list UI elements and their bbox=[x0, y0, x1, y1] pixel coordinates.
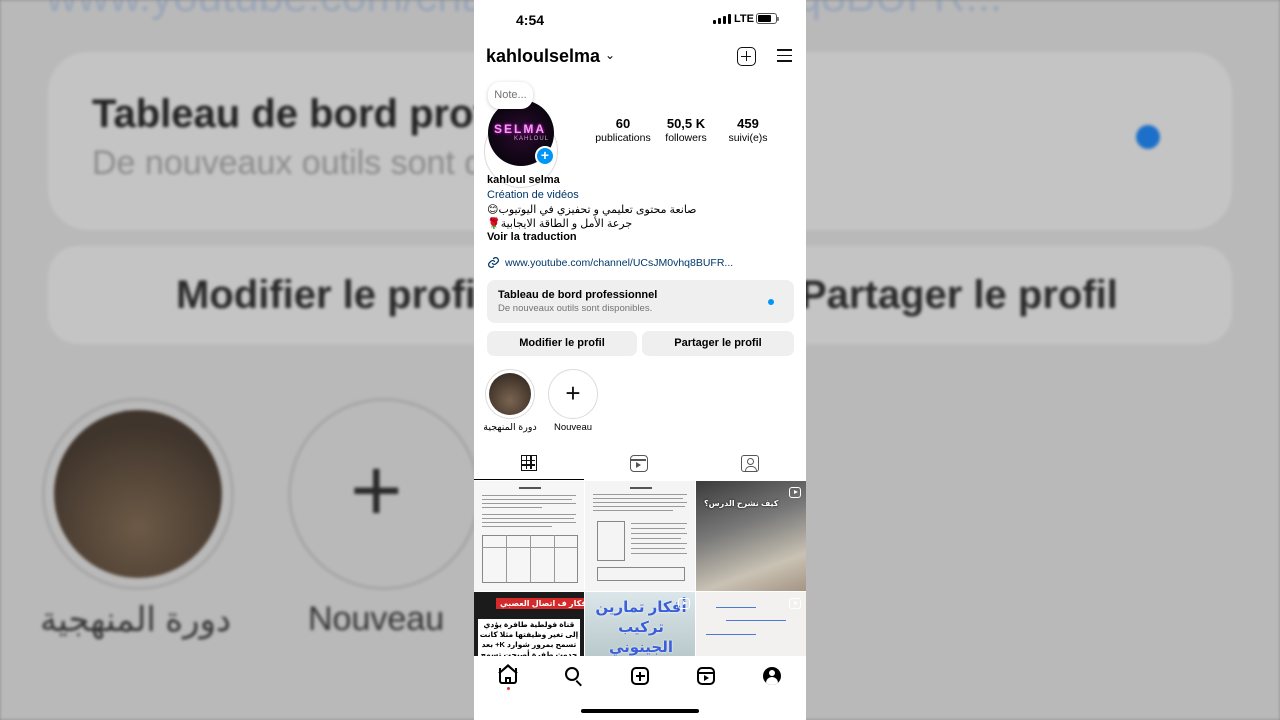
nav-search[interactable] bbox=[562, 664, 586, 688]
avatar-logo-sub: KAHLOUL bbox=[514, 136, 550, 142]
stat-following[interactable]: 459 suivi(e)s bbox=[724, 116, 772, 144]
post-caption: أفكار تمارين تركيب الجينوني bbox=[595, 599, 687, 656]
add-story-plus-icon[interactable]: + bbox=[535, 146, 555, 166]
profile-tabs bbox=[474, 448, 806, 480]
status-time: 4:54 bbox=[516, 12, 545, 28]
stat-followers-label: followers bbox=[665, 132, 707, 144]
bg-plus-icon: + bbox=[350, 441, 403, 541]
post-tag: أفكار ف اتصال العصبي bbox=[496, 598, 584, 609]
nav-notification-dot bbox=[507, 687, 510, 690]
nav-home[interactable] bbox=[496, 664, 520, 688]
new-highlight-label: Nouveau bbox=[553, 422, 593, 433]
stat-posts-label: publications bbox=[595, 132, 651, 144]
pro-dashboard-title: Tableau de bord professionnel bbox=[498, 289, 658, 301]
stat-posts[interactable]: 60 publications bbox=[592, 116, 654, 144]
tab-reels[interactable] bbox=[584, 448, 694, 480]
chevron-down-icon[interactable]: ⌄ bbox=[605, 48, 615, 62]
reels-icon bbox=[630, 455, 648, 472]
tab-tagged[interactable] bbox=[695, 448, 805, 480]
highlight-item[interactable] bbox=[485, 369, 535, 419]
bio-line-1: صانعة محتوى تعليمي و تحفيزي في اليوتيوب😊 bbox=[487, 204, 697, 216]
profile-header: kahloulselma ⌄ bbox=[474, 42, 806, 72]
stat-posts-value: 60 bbox=[615, 116, 631, 131]
menu-icon[interactable] bbox=[777, 49, 792, 62]
nav-create[interactable] bbox=[628, 664, 652, 688]
reel-badge-icon bbox=[789, 487, 801, 498]
reel-badge-icon bbox=[789, 598, 801, 609]
bg-highlight-image bbox=[54, 410, 222, 578]
avatar-logo: SELMA bbox=[494, 122, 546, 136]
bg-new-highlight-label: Nouveau bbox=[308, 600, 445, 638]
home-indicator[interactable] bbox=[581, 709, 699, 713]
link-icon bbox=[488, 257, 499, 268]
network-label: LTE bbox=[734, 13, 754, 25]
post-thumbnail[interactable]: كيف نشرح الدرس؟ bbox=[696, 481, 806, 591]
status-bar: 4:54 LTE bbox=[474, 0, 806, 40]
post-thumbnail[interactable]: أفكار ف اتصال العصبي قناة فولطية طافرة ي… bbox=[474, 592, 584, 656]
post-thumbnail[interactable] bbox=[696, 592, 806, 656]
bio-line-2: جرعة الأمل و الطاقة الايجابية🌹 bbox=[487, 218, 633, 230]
highlight-label: دورة المنهجية bbox=[483, 422, 537, 433]
note-bubble[interactable]: Note... bbox=[488, 82, 533, 109]
grid-icon bbox=[521, 455, 537, 471]
reel-badge-icon bbox=[678, 598, 690, 609]
stat-following-value: 459 bbox=[737, 116, 759, 131]
post-thumbnail[interactable] bbox=[474, 481, 584, 591]
username-switcher[interactable]: kahloulselma bbox=[486, 46, 600, 67]
post-thumbnail[interactable]: أفكار تمارين تركيب الجينوني bbox=[585, 592, 695, 656]
search-icon bbox=[565, 667, 579, 681]
profile-link-text: www.youtube.com/channel/UCsJM0vhq8BUFR..… bbox=[505, 256, 734, 269]
edit-profile-button[interactable]: Modifier le profil bbox=[487, 331, 637, 356]
tagged-icon bbox=[741, 455, 759, 472]
stat-followers-value: 50,5 K bbox=[666, 116, 706, 131]
share-profile-button[interactable]: Partager le profil bbox=[642, 331, 794, 356]
create-post-icon[interactable] bbox=[737, 47, 756, 66]
profile-name: kahloul selma bbox=[487, 174, 560, 186]
pro-dashboard-subtitle: De nouveaux outils sont disponibles. bbox=[498, 303, 653, 314]
stat-followers[interactable]: 50,5 K followers bbox=[660, 116, 712, 144]
bg-notification-dot bbox=[1136, 125, 1160, 149]
nav-profile[interactable] bbox=[760, 664, 784, 688]
translate-link[interactable]: Voir la traduction bbox=[487, 231, 797, 243]
plus-icon: + bbox=[565, 378, 581, 408]
notification-dot bbox=[768, 299, 774, 305]
tab-posts[interactable] bbox=[474, 448, 584, 480]
profile-category: Création de vidéos bbox=[487, 189, 579, 201]
highlight-image bbox=[489, 373, 531, 415]
battery-icon bbox=[756, 13, 779, 24]
profile-icon bbox=[763, 667, 781, 685]
post-thumbnail[interactable] bbox=[585, 481, 695, 591]
profile-link[interactable]: www.youtube.com/channel/UCsJM0vhq8BUFR..… bbox=[487, 256, 733, 269]
add-icon bbox=[631, 667, 649, 685]
stat-following-label: suivi(e)s bbox=[728, 132, 768, 144]
post-caption: قناة فولطية طافرة يؤدي إلى تغير وظيفتها … bbox=[478, 619, 580, 656]
signal-icon bbox=[713, 14, 731, 24]
nav-reels[interactable] bbox=[694, 664, 718, 688]
bg-highlight-label: دورة المنهجية bbox=[40, 601, 232, 639]
post-caption: كيف نشرح الدرس؟ bbox=[704, 499, 779, 508]
pro-dashboard-card[interactable]: Tableau de bord professionnel De nouveau… bbox=[487, 280, 794, 323]
new-highlight-button[interactable]: + bbox=[548, 369, 598, 419]
phone-screen: 4:54 LTE kahloulselma ⌄ SELMA KAHLOUL No… bbox=[474, 0, 806, 720]
reels-icon bbox=[697, 667, 715, 685]
